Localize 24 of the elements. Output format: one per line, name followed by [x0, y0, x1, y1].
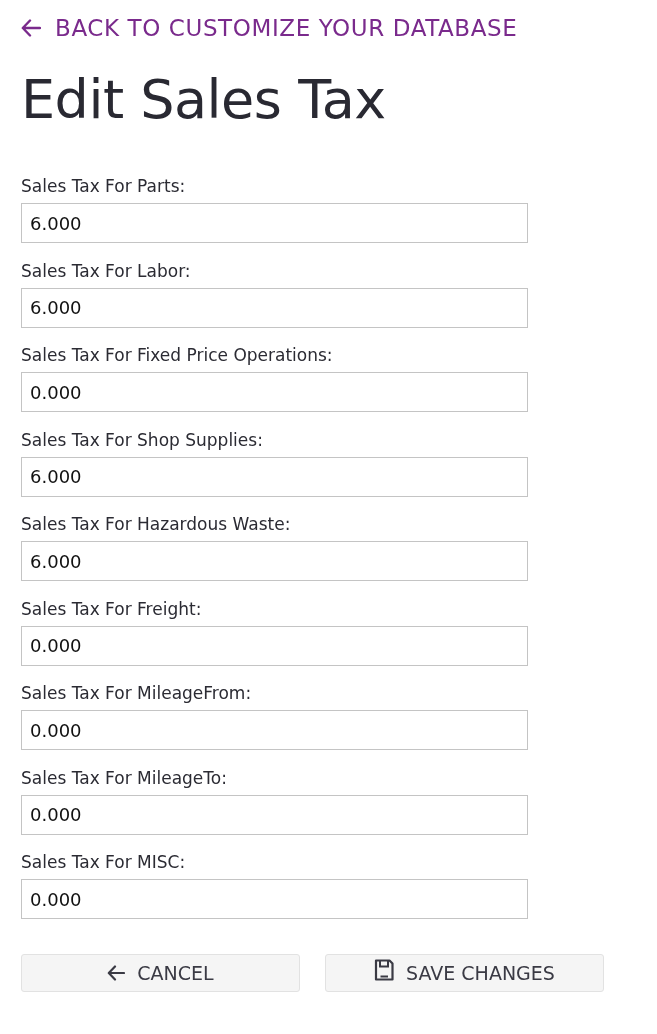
field-label: Sales Tax For MileageFrom:	[21, 682, 252, 705]
input-field[interactable]: 6.000	[21, 287, 528, 328]
field-label: Sales Tax For Hazardous Waste:	[21, 513, 291, 536]
field-label: Sales Tax For Shop Supplies:	[21, 428, 263, 452]
cancel-button[interactable]: CANCEL	[21, 953, 300, 992]
input-field[interactable]: 6.000	[21, 541, 528, 581]
back-link[interactable]: BACK TO CUSTOMIZE YOUR DATABASE	[21, 12, 518, 44]
input-field[interactable]: 0.000	[21, 710, 528, 750]
input-field[interactable]: 0.000	[21, 879, 528, 919]
save-changes-button[interactable]: SAVE CHANGES	[325, 953, 604, 992]
input-field[interactable]: 0.000	[21, 372, 528, 412]
field-label: Sales Tax For MileageTo:	[21, 766, 227, 790]
input-field[interactable]: 6.000	[21, 456, 528, 497]
page-title: Edit Sales Tax	[21, 68, 386, 132]
field-label: Sales Tax For Parts:	[21, 175, 186, 198]
field-label: Sales Tax For Freight:	[21, 597, 202, 621]
left-arrow-icon	[107, 964, 126, 981]
input-field[interactable]: 6.000	[21, 203, 528, 243]
input-field[interactable]: 0.000	[21, 794, 528, 835]
left-arrow-icon	[21, 19, 41, 37]
input-field[interactable]: 0.000	[21, 625, 528, 666]
field-label: Sales Tax For MISC:	[21, 851, 186, 874]
field-label: Sales Tax For Labor:	[21, 259, 191, 283]
field-label: Sales Tax For Fixed Price Operations:	[21, 344, 333, 367]
